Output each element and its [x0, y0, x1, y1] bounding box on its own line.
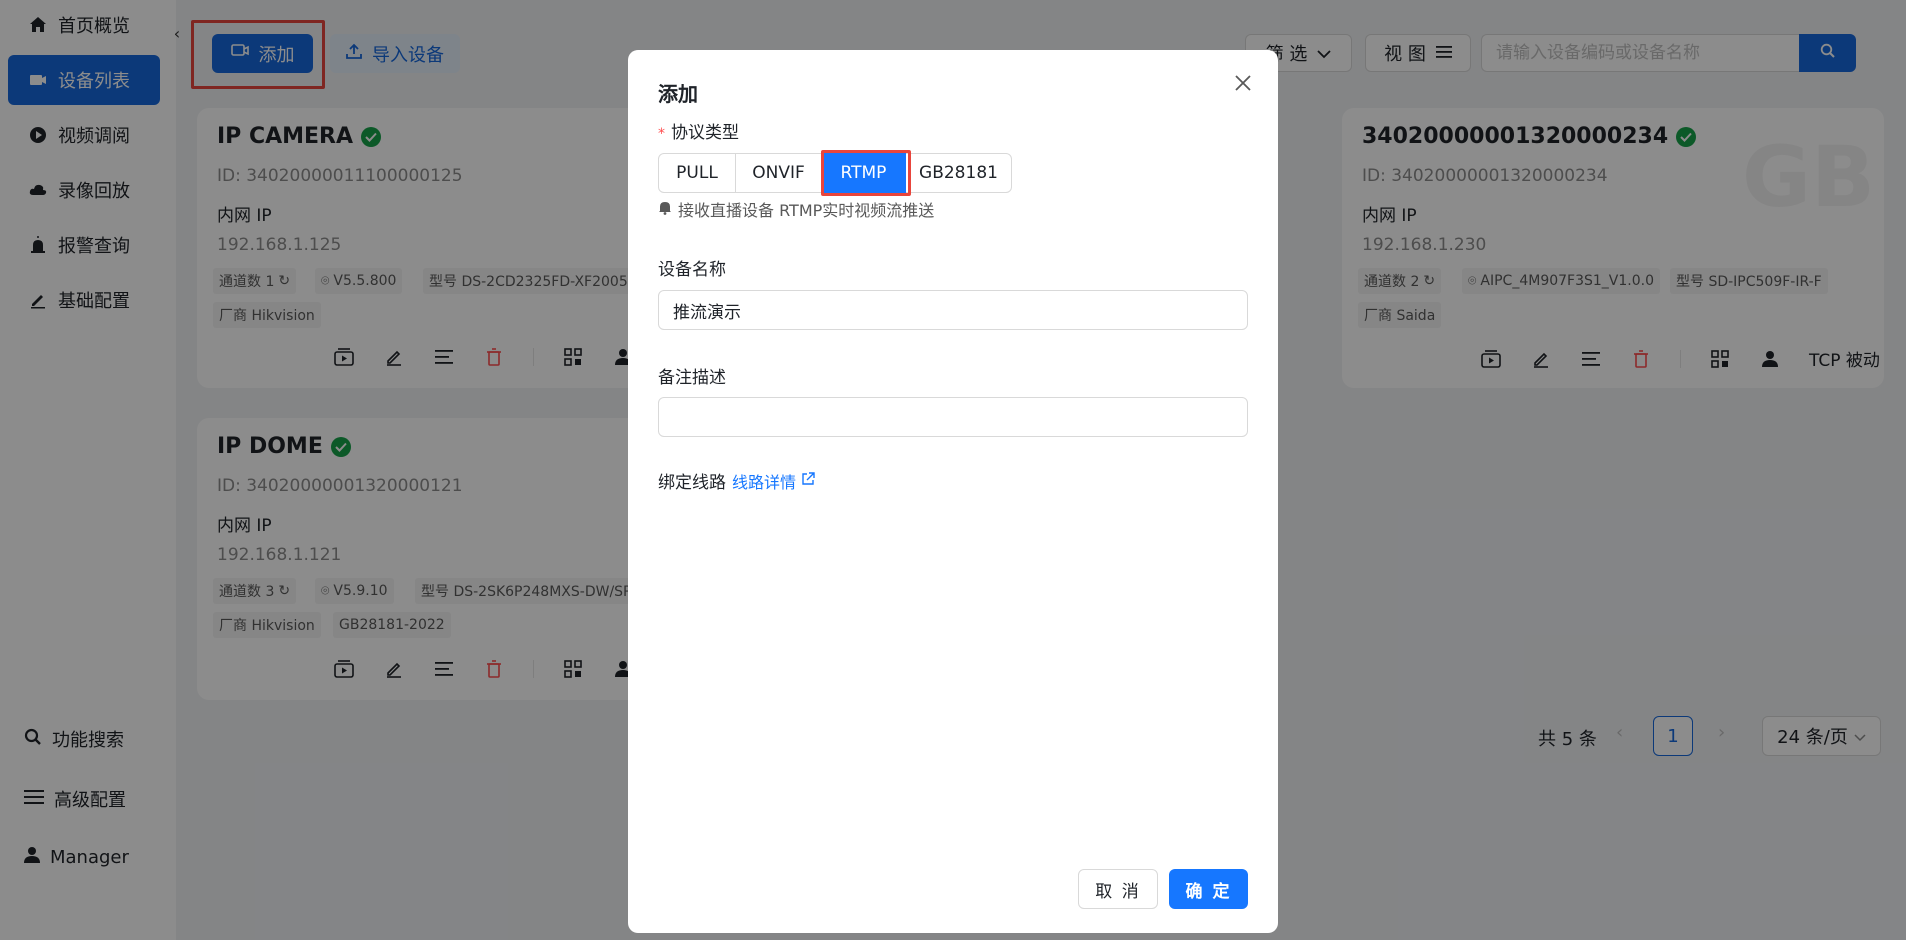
required-mark: * [658, 126, 665, 142]
confirm-button[interactable]: 确 定 [1169, 869, 1248, 909]
cancel-button[interactable]: 取 消 [1078, 869, 1158, 909]
bind-route-label: 绑定线路 [658, 473, 726, 493]
protocol-segmented: PULL ONVIF RTMP GB28181 [658, 153, 1012, 193]
name-label: 设备名称 [658, 260, 726, 280]
remark-input[interactable] [658, 397, 1248, 437]
close-icon [1234, 74, 1252, 96]
bind-route-row: 绑定线路 线路详情 [658, 468, 815, 493]
external-link-icon [801, 471, 815, 490]
protocol-label: * 协议类型 [658, 118, 739, 143]
protocol-label-text: 协议类型 [671, 123, 739, 143]
modal-title: 添加 [658, 82, 698, 106]
bell-icon [658, 200, 672, 219]
close-button[interactable] [1230, 72, 1256, 98]
protocol-option-onvif[interactable]: ONVIF [735, 153, 822, 193]
add-device-modal: 添加 * 协议类型 PULL ONVIF RTMP GB28181 接收直播设备 … [628, 50, 1278, 933]
hint-text: 接收直播设备 RTMP实时视频流推送 [678, 201, 935, 220]
route-details-link[interactable]: 线路详情 [732, 469, 815, 493]
route-details-text: 线路详情 [732, 472, 797, 492]
protocol-option-rtmp[interactable]: RTMP [821, 153, 906, 193]
protocol-hint: 接收直播设备 RTMP实时视频流推送 [658, 197, 934, 221]
protocol-option-pull[interactable]: PULL [658, 153, 736, 193]
device-name-input[interactable] [658, 290, 1248, 330]
remark-label: 备注描述 [658, 368, 726, 388]
protocol-option-gb28181[interactable]: GB28181 [905, 153, 1012, 193]
